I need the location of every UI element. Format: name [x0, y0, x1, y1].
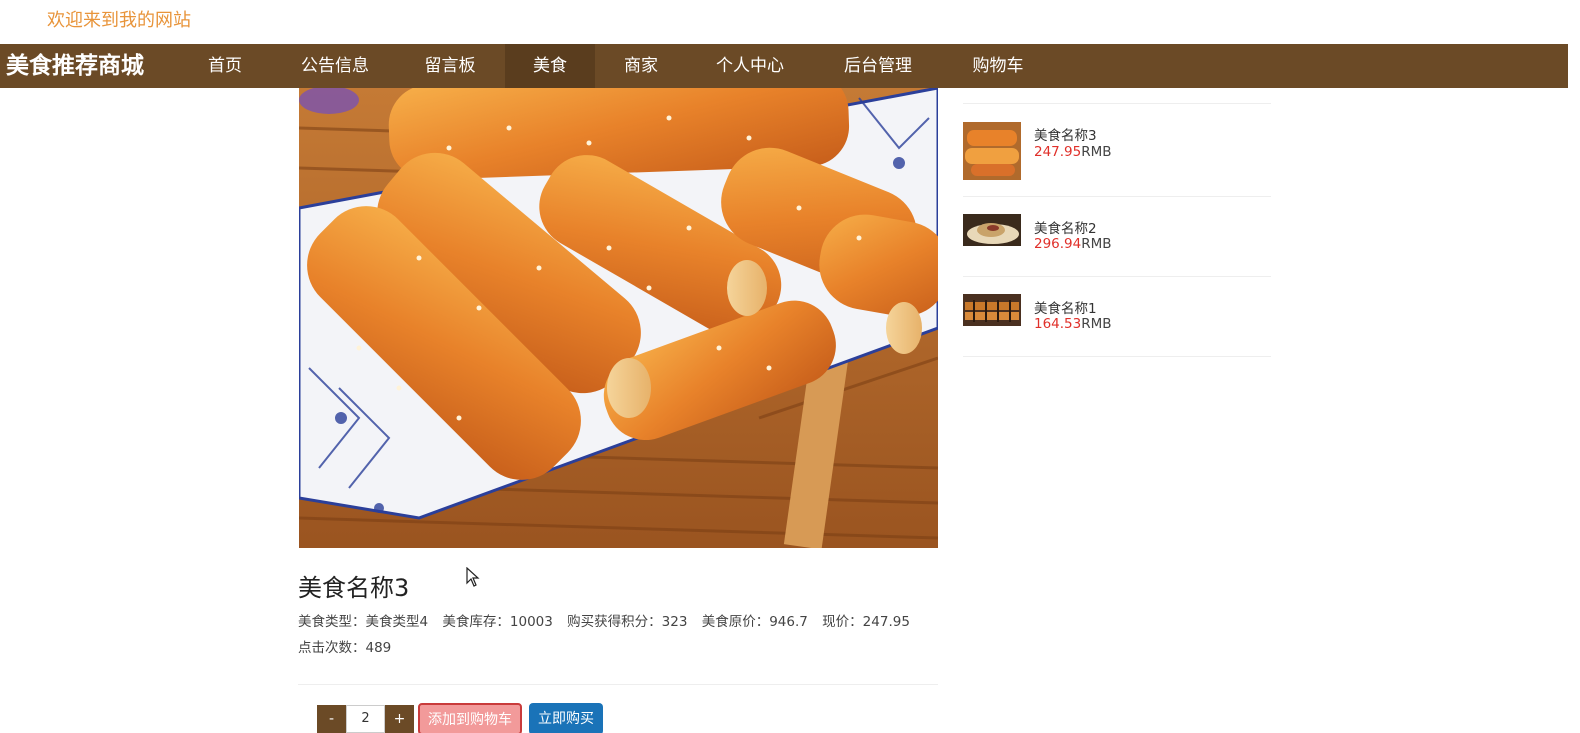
sidebar-item-price-value: 296.94: [1034, 236, 1082, 252]
main-navbar: 美食推荐商城 首页 公告信息 留言板 美食 商家 个人中心 后台管理 购物车: [0, 44, 1568, 88]
nav-item-admin[interactable]: 后台管理: [822, 44, 934, 88]
sidebar-item-price-unit: RMB: [1081, 316, 1112, 332]
food-points-label: 购买获得积分：: [567, 614, 662, 630]
mouse-cursor-icon: [466, 566, 480, 587]
sidebar-item-price-unit: RMB: [1081, 144, 1112, 160]
food-original-price-value: 946.7: [769, 614, 808, 630]
nav-item-cart[interactable]: 购物车: [948, 44, 1048, 88]
sidebar-item-1[interactable]: 美食名称3 247.95RMB: [963, 104, 1271, 197]
sidebar-item-price-unit: RMB: [1081, 236, 1112, 252]
food-clicks-value: 489: [365, 640, 392, 656]
food-click-count: 点击次数：489: [298, 636, 401, 656]
sidebar-item-price: 247.95RMB: [1034, 144, 1112, 160]
buy-now-button[interactable]: 立即购买: [529, 703, 603, 733]
food-price-label: 现价：: [822, 614, 863, 630]
sidebar-item-thumbnail[interactable]: [963, 122, 1021, 180]
sidebar-item-name[interactable]: 美食名称2: [1034, 217, 1097, 237]
food-stock-value: 10003: [509, 614, 553, 630]
nav-item-home[interactable]: 首页: [181, 44, 269, 88]
food-points-value: 323: [661, 614, 688, 630]
sidebar-item-thumbnail[interactable]: [963, 294, 1021, 326]
nav-item-food[interactable]: 美食: [505, 44, 595, 88]
sidebar-item-price: 164.53RMB: [1034, 316, 1112, 332]
add-to-cart-button[interactable]: 添加到购物车: [418, 703, 522, 733]
food-original-price-label: 美食原价：: [701, 614, 770, 630]
food-attributes: 美食类型：美食类型4 美食库存：10003 购买获得积分：323 美食原价：94…: [298, 610, 920, 630]
sidebar-item-price-value: 164.53: [1034, 316, 1082, 332]
quantity-input[interactable]: 2: [346, 705, 385, 733]
sidebar-item-price-value: 247.95: [1034, 144, 1082, 160]
food-price-value: 247.95: [862, 614, 910, 630]
nav-item-personal-center[interactable]: 个人中心: [692, 44, 808, 88]
sidebar-item-price: 296.94RMB: [1034, 236, 1112, 252]
sidebar-item-thumbnail[interactable]: [963, 214, 1021, 246]
quantity-increase-button[interactable]: +: [385, 705, 414, 733]
sidebar-item-2[interactable]: 美食名称2 296.94RMB: [963, 197, 1271, 277]
quantity-stepper: - 2 +: [317, 705, 414, 733]
quantity-decrease-button[interactable]: -: [317, 705, 346, 733]
food-type-label: 美食类型：: [298, 614, 366, 630]
food-type-value: 美食类型4: [365, 614, 429, 630]
sidebar-item-divider: [963, 356, 1271, 357]
nav-item-message-board[interactable]: 留言板: [405, 44, 495, 88]
sidebar-item-3[interactable]: 美食名称1 164.53RMB: [963, 277, 1271, 357]
welcome-text: 欢迎来到我的网站: [47, 10, 191, 31]
food-stock-label: 美食库存：: [442, 614, 510, 630]
sidebar-item-name[interactable]: 美食名称3: [1034, 124, 1097, 144]
details-divider: [298, 684, 938, 685]
nav-item-announcements[interactable]: 公告信息: [285, 44, 385, 88]
sidebar-item-name[interactable]: 美食名称1: [1034, 297, 1097, 317]
food-main-image: [299, 88, 938, 548]
nav-item-merchants[interactable]: 商家: [598, 44, 684, 88]
food-clicks-label: 点击次数：: [298, 640, 366, 656]
site-brand[interactable]: 美食推荐商城: [6, 44, 144, 88]
food-title: 美食名称3: [298, 574, 410, 602]
